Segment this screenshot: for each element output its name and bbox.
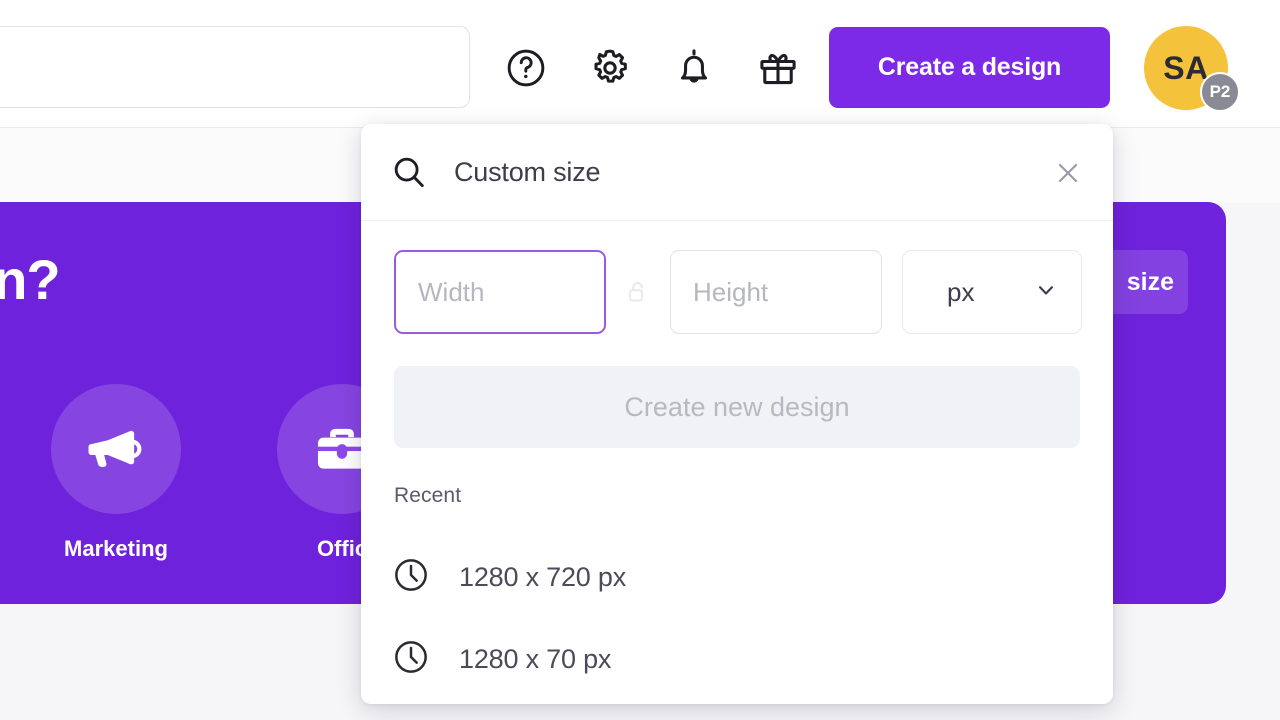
custom-size-dialog: Custom size px [361, 124, 1113, 704]
list-item[interactable]: 1280 x 70 px [361, 618, 1113, 700]
global-search-input[interactable] [0, 26, 470, 108]
hero-category-list: Marketing Offic [48, 384, 410, 562]
user-account-menu[interactable]: SA P2 [1144, 26, 1240, 112]
hero-category-marketing[interactable]: Marketing [48, 384, 184, 562]
chevron-down-icon [1033, 277, 1059, 308]
clock-icon [391, 637, 431, 682]
unit-dropdown-value: px [947, 276, 975, 307]
clock-icon [391, 555, 431, 600]
recent-size-label: 1280 x 70 px [459, 643, 612, 674]
gift-icon[interactable] [750, 40, 806, 96]
help-icon[interactable] [498, 40, 554, 96]
width-input[interactable] [394, 250, 606, 334]
close-icon[interactable] [1049, 154, 1087, 192]
settings-gear-icon[interactable] [582, 40, 638, 96]
canva-homepage: Create a design SA P2 gn? Marketing [0, 0, 1280, 720]
search-icon [390, 153, 428, 191]
hero-category-label: Marketing [64, 536, 168, 561]
list-item[interactable]: 1280 x 720 px [361, 536, 1113, 618]
avatar-plan-badge: P2 [1200, 72, 1240, 112]
dialog-header: Custom size [361, 124, 1113, 221]
recent-section-label: Recent [394, 484, 462, 507]
hero-title: gn? [0, 248, 61, 311]
megaphone-icon [51, 384, 181, 514]
create-a-design-button[interactable]: Create a design [829, 27, 1110, 108]
size-inputs-row: px [394, 250, 1082, 334]
unit-dropdown[interactable]: px [902, 250, 1082, 334]
recent-sizes-list: 1280 x 720 px 1280 x 70 px [361, 536, 1113, 700]
top-icon-group [498, 40, 806, 96]
dialog-title: Custom size [454, 156, 601, 187]
create-new-design-button[interactable]: Create new design [394, 366, 1080, 448]
height-input[interactable] [670, 250, 882, 334]
aspect-ratio-unlock-icon[interactable] [606, 250, 670, 334]
notifications-bell-icon[interactable] [666, 40, 722, 96]
recent-size-label: 1280 x 720 px [459, 561, 627, 592]
top-navigation-bar: Create a design SA P2 [0, 0, 1280, 128]
